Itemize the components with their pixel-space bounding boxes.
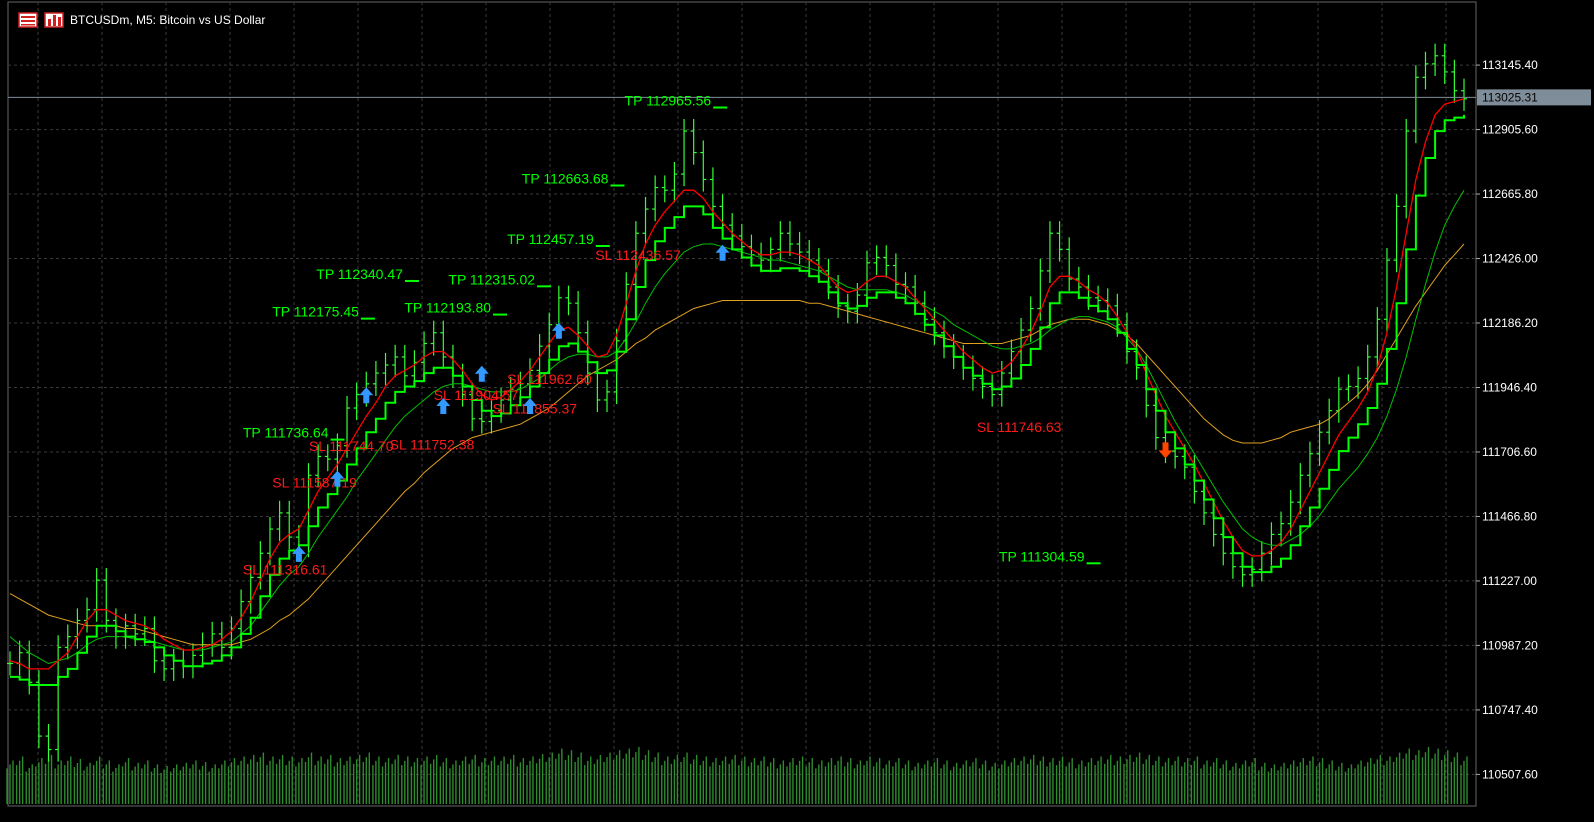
y-tick-label: 111946.40: [1482, 380, 1537, 394]
sl-label: SL 111855.37: [492, 400, 577, 416]
tp-label: TP 112340.47: [316, 266, 403, 282]
y-tick-label: 112905.60: [1482, 123, 1538, 137]
price-chart[interactable]: 113145.40 112905.60 112665.80 112426.00 1121…: [0, 0, 1594, 822]
tp-label: TP 112663.68: [522, 171, 609, 187]
chart-title: BTCUSDm, M5: Bitcoin vs US Dollar: [70, 13, 266, 27]
y-tick-label: 110747.40: [1482, 703, 1538, 717]
y-tick-label: 112186.20: [1482, 316, 1538, 330]
tp-label: TP 112315.02: [448, 271, 535, 287]
sl-label: SL 111752.38: [390, 437, 475, 453]
sl-label: SL 111587.19: [272, 474, 357, 490]
y-tick-label: 111706.60: [1482, 445, 1537, 459]
chart-window[interactable]: 113145.40 112905.60 112665.80 112426.00 1121…: [0, 0, 1594, 822]
y-tick-label: 112426.00: [1482, 252, 1538, 266]
tp-label: TP 112457.19: [507, 231, 594, 247]
y-tick-label: 112665.80: [1482, 187, 1538, 201]
sl-label: SL 111316.61: [243, 562, 328, 578]
y-tick-label: 113145.40: [1482, 58, 1538, 72]
sl-label: SL 111744.70: [309, 438, 394, 454]
y-tick-label: 111227.00: [1482, 574, 1537, 588]
sl-label: SL 112436.57: [595, 247, 681, 263]
tp-label: TP 112193.80: [404, 300, 491, 316]
current-price-label: 113025.31: [1482, 90, 1538, 104]
tp-label: TP 112175.45: [272, 304, 359, 320]
y-tick-label: 110507.60: [1482, 767, 1538, 781]
chart-header: BTCUSDm, M5: Bitcoin vs US Dollar: [18, 10, 265, 30]
tp-label: TP 112965.56: [625, 93, 712, 109]
sl-label: SL 111746.63: [977, 419, 1062, 435]
y-tick-label: 110987.20: [1482, 638, 1538, 652]
tp-label: TP 111304.59: [999, 548, 1085, 564]
sl-label: SL 111962.60: [507, 371, 592, 387]
y-tick-label: 111466.80: [1482, 509, 1537, 523]
bar-chart-icon[interactable]: [44, 12, 64, 28]
table-icon[interactable]: [18, 12, 38, 28]
